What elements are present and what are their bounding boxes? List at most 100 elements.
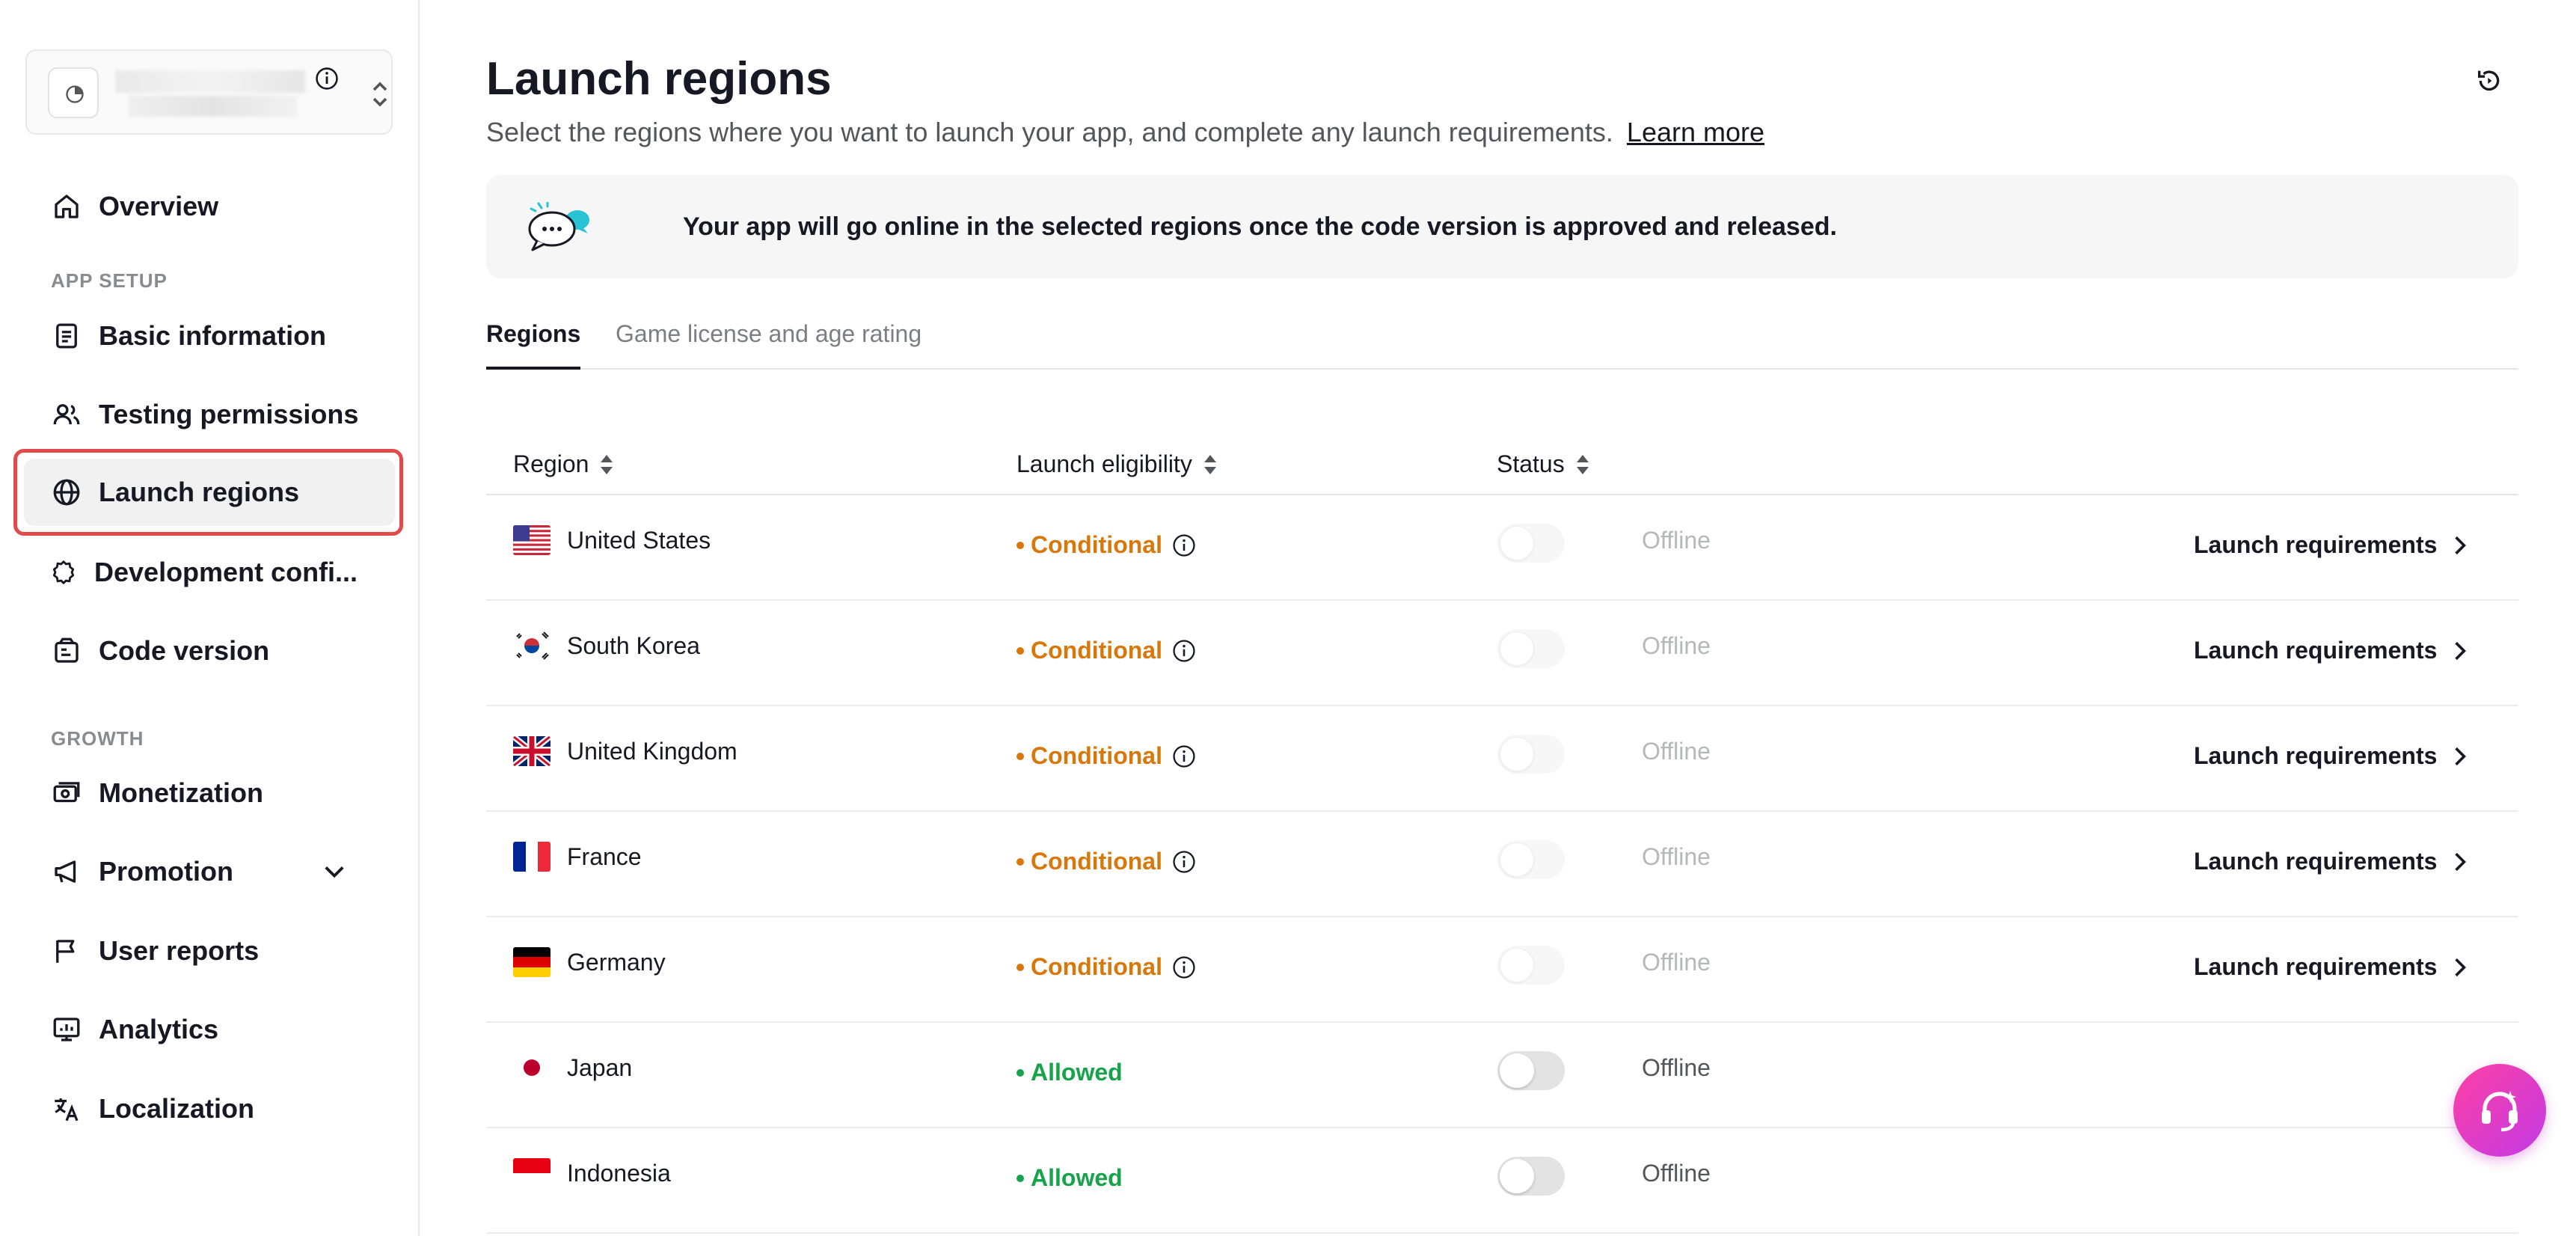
column-header-eligibility[interactable]: Launch eligibility <box>1016 450 1218 478</box>
sidebar-item-analytics[interactable]: Analytics <box>24 996 395 1063</box>
info-icon[interactable] <box>314 66 340 95</box>
status-text: Offline <box>1642 1054 1711 1081</box>
main-content: Launch regions Select the regions where … <box>420 0 2576 1236</box>
sidebar-item-code-version[interactable]: Code version <box>24 617 395 685</box>
sidebar-item-launch-regions[interactable]: Launch regions <box>24 459 395 526</box>
eligibility-badge: Conditional <box>1016 742 1197 770</box>
region-name: United Kingdom <box>567 738 737 765</box>
fr-flag-icon <box>513 842 551 872</box>
settings-icon <box>52 560 75 584</box>
launch-toggle[interactable] <box>1497 524 1565 563</box>
home-icon <box>55 195 79 218</box>
status-text: Offline <box>1642 738 1711 765</box>
launch-toggle[interactable] <box>1497 735 1565 774</box>
launch-toggle[interactable] <box>1497 946 1565 985</box>
table-row: Japan Allowed Offline <box>486 1023 2518 1128</box>
chevron-right-icon <box>2455 852 2467 871</box>
info-icon[interactable] <box>1171 744 1197 769</box>
table-row: South Korea Conditional Offline Launch r… <box>486 601 2518 706</box>
megaphone-icon <box>55 860 76 883</box>
sidebar-item-monetization[interactable]: Monetization <box>24 759 395 827</box>
table-row: Germany Conditional Offline Launch requi… <box>486 917 2518 1023</box>
sort-icon[interactable] <box>1575 453 1590 477</box>
sidebar-item-label: Code version <box>99 635 270 666</box>
section-label-app-setup: APP SETUP <box>51 269 168 292</box>
support-chat-button[interactable] <box>2453 1064 2546 1157</box>
sidebar-item-label: Testing permissions <box>99 399 359 429</box>
page-subtitle: Select the regions where you want to lau… <box>486 117 1764 148</box>
table-row: United States Conditional Offline Launch… <box>486 495 2518 601</box>
table-header: Region Launch eligibility Status <box>486 438 2518 495</box>
flag-icon <box>56 940 75 963</box>
jp-flag-icon <box>513 1053 551 1083</box>
status-text: Offline <box>1642 843 1711 870</box>
section-label-growth: GROWTH <box>51 727 144 750</box>
chevron-right-icon <box>2455 536 2467 554</box>
launch-toggle[interactable] <box>1497 1051 1565 1090</box>
info-icon[interactable] <box>1171 533 1197 558</box>
chevron-down-icon[interactable] <box>323 862 346 881</box>
banner-text: Your app will go online in the selected … <box>683 212 1837 241</box>
eligibility-badge: Conditional <box>1016 953 1197 981</box>
id-flag-icon <box>513 1158 551 1188</box>
money-icon <box>53 782 80 803</box>
region-name: Japan <box>567 1054 633 1081</box>
status-text: Offline <box>1642 949 1711 976</box>
translate-icon <box>55 1098 79 1122</box>
info-icon[interactable] <box>1171 955 1197 980</box>
learn-more-link[interactable]: Learn more <box>1627 117 1764 147</box>
launch-toggle[interactable] <box>1497 629 1565 668</box>
tab-bar: Regions Game license and age rating <box>486 320 2518 370</box>
launch-requirements-link[interactable]: Launch requirements <box>2194 953 2467 981</box>
sort-icon[interactable] <box>1203 453 1218 477</box>
region-name: Indonesia <box>567 1160 671 1187</box>
sort-icon[interactable] <box>369 79 390 113</box>
region-name: France <box>567 843 642 870</box>
launch-toggle[interactable] <box>1497 840 1565 879</box>
info-icon[interactable] <box>1171 638 1197 664</box>
users-icon <box>53 404 80 425</box>
launch-toggle[interactable] <box>1497 1157 1565 1196</box>
app-name-redacted <box>115 70 305 93</box>
chevron-right-icon <box>2455 958 2467 976</box>
chat-bubbles-icon <box>528 202 589 251</box>
sidebar-item-label: Analytics <box>99 1014 219 1044</box>
sort-icon[interactable] <box>599 453 614 477</box>
eligibility-badge: Conditional <box>1016 531 1197 559</box>
sidebar-item-overview[interactable]: Overview <box>24 173 395 240</box>
launch-requirements-link[interactable]: Launch requirements <box>2194 848 2467 875</box>
analytics-icon <box>53 1018 80 1041</box>
app-switcher[interactable] <box>25 49 393 135</box>
tab-game-license[interactable]: Game license and age rating <box>616 320 921 370</box>
us-flag-icon <box>513 525 551 555</box>
column-header-region[interactable]: Region <box>513 450 614 478</box>
page-title: Launch regions <box>486 53 832 105</box>
sidebar-item-label: Launch regions <box>99 477 300 507</box>
sidebar-item-development-config[interactable]: Development confi... <box>24 539 395 606</box>
info-icon[interactable] <box>1171 849 1197 875</box>
eligibility-badge: Conditional <box>1016 848 1197 875</box>
refresh-icon[interactable] <box>2474 66 2504 100</box>
table-row: France Conditional Offline Launch requir… <box>486 812 2518 917</box>
launch-requirements-link[interactable]: Launch requirements <box>2194 742 2467 770</box>
sidebar-item-basic-information[interactable]: Basic information <box>24 302 395 370</box>
sidebar-item-label: Basic information <box>99 320 327 351</box>
column-header-label: Region <box>513 450 589 477</box>
sidebar-item-promotion[interactable]: Promotion <box>24 838 395 905</box>
launch-requirements-link[interactable]: Launch requirements <box>2194 637 2467 664</box>
sidebar: Overview APP SETUP Basic information Tes… <box>0 0 420 1236</box>
tab-regions[interactable]: Regions <box>486 320 581 370</box>
document-icon <box>56 323 77 349</box>
app-id-redacted <box>129 96 298 117</box>
sidebar-item-label: Localization <box>99 1093 255 1124</box>
column-header-status[interactable]: Status <box>1497 450 1590 478</box>
headset-icon <box>2482 1091 2518 1132</box>
sidebar-item-label: Promotion <box>99 856 233 887</box>
chevron-right-icon <box>2455 747 2467 765</box>
region-name: United States <box>567 527 711 554</box>
region-name: Germany <box>567 949 666 976</box>
launch-requirements-link[interactable]: Launch requirements <box>2194 531 2467 559</box>
sidebar-item-testing-permissions[interactable]: Testing permissions <box>24 381 395 448</box>
sidebar-item-localization[interactable]: Localization <box>24 1075 395 1142</box>
sidebar-item-user-reports[interactable]: User reports <box>24 917 395 985</box>
